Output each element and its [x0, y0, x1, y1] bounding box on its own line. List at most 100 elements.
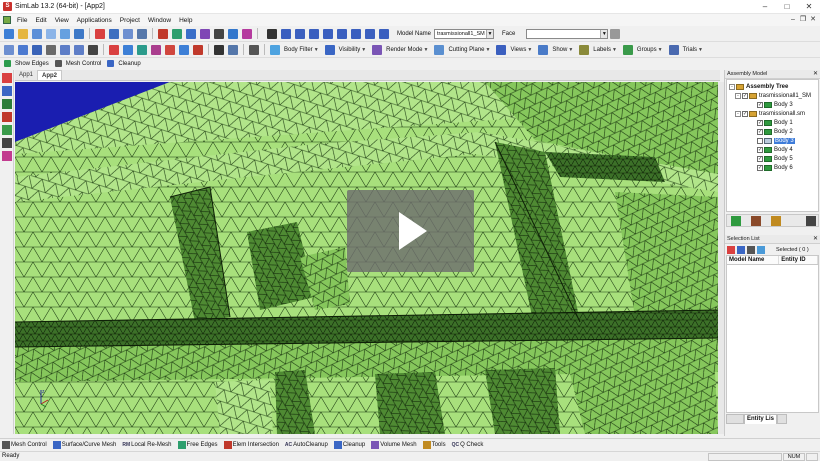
mesh-control-tool[interactable]: Mesh Control: [0, 440, 47, 449]
tree-node[interactable]: - ✓ trasmissionall.sm: [735, 109, 805, 118]
surface-mesh-tool[interactable]: Surface/Curve Mesh: [51, 440, 116, 449]
properties-tab-icon[interactable]: [751, 215, 761, 226]
link-icon[interactable]: [172, 28, 182, 39]
database-tab-icon[interactable]: [771, 215, 781, 226]
volume-mesh-tool[interactable]: Volume Mesh: [369, 440, 417, 449]
views-button[interactable]: Views ▼: [494, 44, 532, 55]
column-model-name[interactable]: Model Name: [727, 256, 780, 264]
properties-icon[interactable]: [228, 44, 238, 55]
doc-restore-button[interactable]: ❐: [798, 14, 808, 26]
visibility-checkbox[interactable]: ✓: [757, 164, 763, 171]
mesh-icon[interactable]: [2, 86, 12, 96]
geometry-icon[interactable]: [2, 73, 12, 83]
morph-icon[interactable]: [242, 28, 252, 39]
chevron-down-icon[interactable]: ▼: [600, 29, 608, 38]
groups-button[interactable]: Groups ▼: [621, 44, 663, 55]
print-icon[interactable]: [46, 44, 56, 55]
pick-icon[interactable]: [109, 44, 119, 55]
open-icon[interactable]: [18, 28, 28, 39]
results-icon[interactable]: [2, 138, 12, 148]
tree-node[interactable]: - ✓ trasmissionall1_SM: [735, 91, 811, 100]
visibility-checkbox[interactable]: ✓: [757, 146, 763, 153]
history-icon[interactable]: [88, 44, 98, 55]
measure-icon[interactable]: [214, 28, 224, 39]
rotate-view-icon[interactable]: [123, 44, 133, 55]
local-remesh-tool[interactable]: RM Local Re-Mesh: [120, 442, 171, 448]
panel-tab[interactable]: [726, 414, 744, 424]
tools-tool[interactable]: Tools: [421, 440, 446, 449]
move-icon[interactable]: [186, 28, 196, 39]
menu-window[interactable]: Window: [144, 17, 175, 24]
project-icon[interactable]: [74, 28, 84, 39]
view-back-icon[interactable]: [309, 28, 319, 39]
video-play-button[interactable]: [347, 190, 474, 272]
box-zoom-icon[interactable]: [137, 28, 147, 39]
new-file-icon[interactable]: [4, 44, 14, 55]
loads-icon[interactable]: [2, 112, 12, 122]
menu-view[interactable]: View: [51, 17, 73, 24]
refresh-icon[interactable]: [757, 245, 765, 254]
more-tab-icon[interactable]: [806, 215, 816, 226]
menu-project[interactable]: Project: [116, 17, 144, 24]
render-mode-button[interactable]: Render Mode ▼: [370, 44, 428, 55]
zoom-in-icon[interactable]: [165, 44, 175, 55]
tab-app2[interactable]: App2: [37, 70, 63, 80]
undo-icon[interactable]: [60, 44, 70, 55]
document-icon[interactable]: [3, 16, 11, 24]
view-custom-icon[interactable]: [379, 28, 389, 39]
tree-root[interactable]: - Assembly Tree: [729, 82, 788, 91]
body-filter-button[interactable]: Body Filter ▼: [268, 44, 319, 55]
fit-view-icon[interactable]: [109, 28, 119, 39]
graphics-viewport[interactable]: z: [15, 82, 718, 434]
zoom-out-icon[interactable]: [179, 44, 189, 55]
tree-node-selected[interactable]: Body 3: [757, 136, 795, 145]
close-button[interactable]: ✕: [798, 0, 820, 14]
visibility-button[interactable]: Visibility ▼: [323, 44, 366, 55]
collapse-icon[interactable]: -: [735, 110, 741, 117]
elem-intersection-tool[interactable]: Elem Intersection: [222, 440, 279, 449]
scripting-icon[interactable]: [2, 151, 12, 161]
solution-icon[interactable]: [2, 125, 12, 135]
pointer-icon[interactable]: [158, 28, 168, 39]
spin-icon[interactable]: [151, 44, 161, 55]
column-entity-id[interactable]: Entity ID: [779, 256, 818, 264]
view-right-icon[interactable]: [365, 28, 375, 39]
rotate-icon[interactable]: [200, 28, 210, 39]
filter-icon[interactable]: [610, 28, 621, 39]
tree-node[interactable]: ✓ Body 6: [757, 163, 793, 172]
visibility-checkbox[interactable]: ✓: [742, 92, 748, 99]
cleanup-button[interactable]: Cleanup: [105, 60, 141, 67]
labels-button[interactable]: Labels ▼: [577, 44, 617, 55]
menu-help[interactable]: Help: [175, 17, 196, 24]
visibility-checkbox[interactable]: ✓: [742, 110, 748, 117]
tree-node[interactable]: ✓ Body 3: [757, 100, 793, 109]
close-icon[interactable]: ✕: [813, 70, 818, 79]
axis-icon[interactable]: [267, 28, 277, 39]
panel-tab[interactable]: [777, 414, 788, 424]
free-edges-tool[interactable]: Free Edges: [176, 440, 218, 449]
view-front-icon[interactable]: [295, 28, 305, 39]
show-button[interactable]: Show ▼: [536, 44, 573, 55]
delete-icon[interactable]: [214, 44, 224, 55]
chevron-down-icon[interactable]: ▼: [486, 29, 494, 38]
menu-edit[interactable]: Edit: [31, 17, 50, 24]
show-edges-button[interactable]: Show Edges: [2, 60, 49, 67]
visibility-checkbox[interactable]: ✓: [757, 101, 763, 108]
visibility-checkbox[interactable]: ✓: [757, 119, 763, 126]
collapse-icon[interactable]: -: [735, 92, 741, 99]
zoom-fit-icon[interactable]: [193, 44, 203, 55]
close-icon[interactable]: ✕: [813, 235, 818, 244]
view-left-icon[interactable]: [351, 28, 361, 39]
material-icon[interactable]: [2, 99, 12, 109]
visibility-checkbox[interactable]: ✓: [757, 155, 763, 162]
autocleanup-tool[interactable]: AC AutoCleanup: [283, 442, 328, 448]
view-iso-icon[interactable]: [281, 28, 291, 39]
trials-button[interactable]: Trials ▼: [667, 44, 703, 55]
view-top-icon[interactable]: [323, 28, 333, 39]
select-all-icon[interactable]: [737, 245, 745, 254]
tree-node[interactable]: ✓ Body 4: [757, 145, 793, 154]
tree-node[interactable]: ✓ Body 5: [757, 154, 793, 163]
face-select[interactable]: ▼: [526, 28, 609, 39]
visibility-checkbox[interactable]: [757, 137, 763, 144]
qcheck-tool[interactable]: QC Q Check: [450, 442, 484, 448]
